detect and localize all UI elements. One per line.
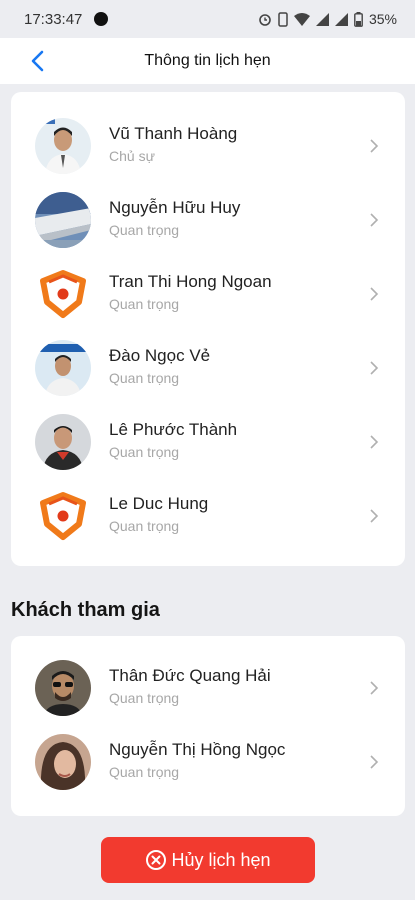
close-circle-icon xyxy=(146,850,167,870)
list-item[interactable]: Nguyễn Hữu Huy Quan trọng xyxy=(11,184,405,258)
person-role: Quan trọng xyxy=(109,690,180,706)
alarm-icon xyxy=(259,14,271,26)
page-title: Thông tin lịch hẹn xyxy=(144,52,271,69)
notification-dot-icon xyxy=(94,12,109,26)
list-item[interactable]: Tran Thi Hong Ngoan Quan trọng xyxy=(11,258,405,332)
phone-icon xyxy=(278,11,288,27)
person-role: Quan trọng xyxy=(109,764,180,780)
guests-section-title: Khách tham gia xyxy=(11,599,160,621)
battery-icon xyxy=(354,11,363,27)
person-role: Quan trọng xyxy=(109,370,180,386)
shield-logo-icon xyxy=(35,266,91,322)
app-header: Thông tin lịch hẹn xyxy=(0,38,415,84)
person-role: Quan trọng xyxy=(109,444,180,460)
signal-icon xyxy=(315,12,329,26)
person-name: Đào Ngọc Vẻ xyxy=(109,346,211,365)
chevron-right-icon xyxy=(370,361,379,375)
person-role: Chủ sự xyxy=(109,148,155,164)
avatar xyxy=(35,660,91,716)
list-item[interactable]: Đào Ngọc Vẻ Quan trọng xyxy=(11,332,405,406)
chevron-right-icon xyxy=(370,139,379,153)
battery-percent: 35% xyxy=(368,11,397,27)
person-name: Lê Phước Thành xyxy=(109,420,238,439)
chevron-right-icon xyxy=(370,755,379,769)
person-name: Thân Đức Quang Hải xyxy=(109,666,271,685)
person-name: Nguyễn Thị Hồng Ngọc xyxy=(109,740,286,759)
chevron-right-icon xyxy=(370,435,379,449)
avatar xyxy=(35,734,91,790)
list-item[interactable]: Le Duc Hung Quan trọng xyxy=(11,480,405,554)
person-name: Nguyễn Hữu Huy xyxy=(109,198,241,217)
shield-logo-icon xyxy=(35,488,91,544)
chevron-right-icon xyxy=(370,213,379,227)
status-icons: 35% xyxy=(258,11,397,27)
status-bar: 17:33:47 35% xyxy=(0,0,415,38)
avatar xyxy=(35,118,91,174)
chevron-right-icon xyxy=(370,287,379,301)
person-name: Le Duc Hung xyxy=(109,494,209,513)
guests-card: Thân Đức Quang Hải Quan trọng Nguyễn Thị… xyxy=(11,636,405,816)
list-item[interactable]: Thân Đức Quang Hải Quan trọng xyxy=(11,652,405,726)
cancel-appointment-button[interactable]: Hủy lịch hẹn xyxy=(101,837,315,883)
list-item[interactable]: Vũ Thanh Hoàng Chủ sự xyxy=(11,110,405,184)
wifi-icon xyxy=(293,12,310,26)
person-role: Quan trọng xyxy=(109,222,180,238)
list-item[interactable]: Nguyễn Thị Hồng Ngọc Quan trọng xyxy=(11,726,405,800)
signal-2-icon xyxy=(334,12,348,26)
person-name: Vũ Thanh Hoàng xyxy=(109,124,238,143)
back-arrow-icon[interactable] xyxy=(28,49,50,73)
organizers-card: Vũ Thanh Hoàng Chủ sự Nguyễn Hữu Huy Qua… xyxy=(11,92,405,566)
status-time: 17:33:47 xyxy=(24,10,83,28)
avatar xyxy=(35,414,91,470)
chevron-right-icon xyxy=(370,681,379,695)
person-role: Quan trọng xyxy=(109,296,180,312)
person-role: Quan trọng xyxy=(109,518,180,534)
person-name: Tran Thi Hong Ngoan xyxy=(109,272,272,291)
list-item[interactable]: Lê Phước Thành Quan trọng xyxy=(11,406,405,480)
chevron-right-icon xyxy=(370,509,379,523)
avatar xyxy=(35,340,91,396)
cancel-appointment-label: Hủy lịch hẹn xyxy=(171,849,271,870)
avatar xyxy=(35,192,91,248)
